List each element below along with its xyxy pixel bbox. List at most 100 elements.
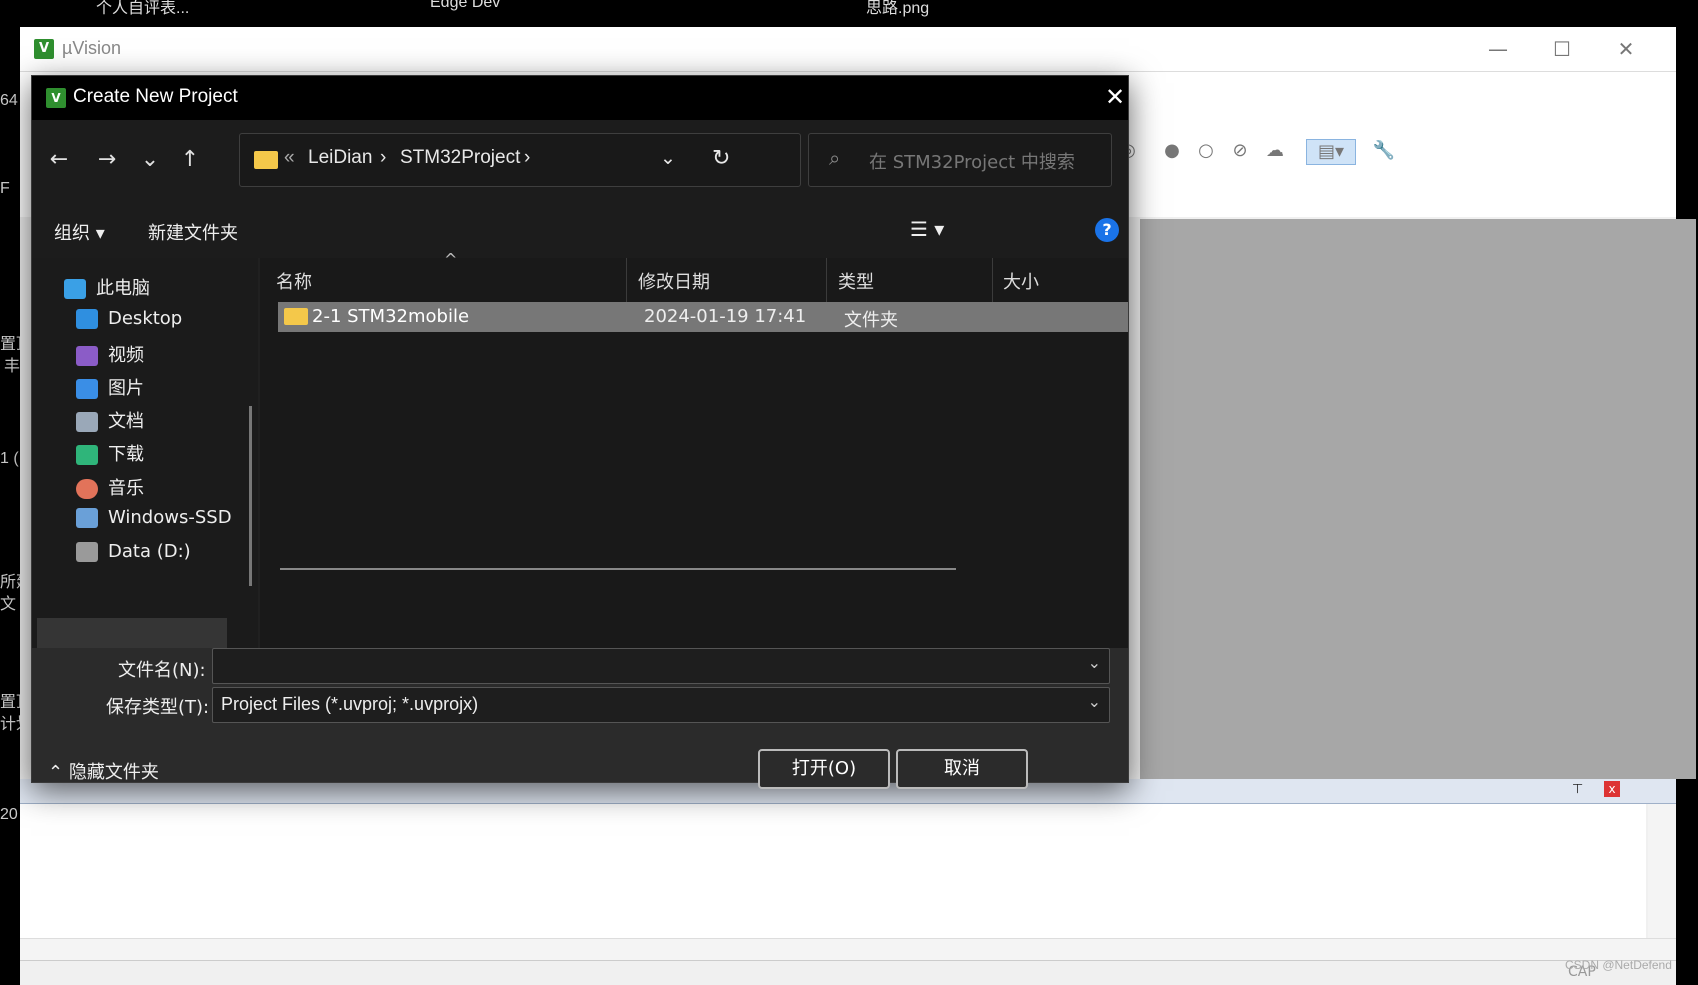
column-separator[interactable] — [992, 258, 993, 302]
editor-area — [1140, 219, 1696, 779]
search-icon: ⌕ — [829, 146, 841, 170]
recent-locations-button[interactable]: ⌄ — [135, 145, 165, 175]
download-icon — [76, 445, 98, 465]
back-button[interactable]: ← — [44, 145, 74, 175]
close-button[interactable]: ✕ — [1606, 35, 1646, 63]
filetype-value: Project Files (*.uvproj; *.uvprojx) — [221, 694, 479, 714]
dialog-footer: 文件名(N): ⌄ 保存类型(T): Project Files (*.uvpr… — [32, 648, 1128, 789]
tree-item-videos[interactable]: 视频 — [76, 341, 144, 367]
open-button[interactable]: 打开(O) — [758, 749, 890, 789]
hide-folders-toggle[interactable]: ⌃ 隐藏文件夹 — [48, 758, 159, 784]
help-icon[interactable]: ? — [1095, 218, 1119, 242]
refresh-button[interactable]: ↻ — [712, 145, 730, 171]
column-header-type[interactable]: 类型 — [838, 268, 874, 294]
tree-item-data-d[interactable]: Data (D:) — [76, 541, 191, 562]
dialog-close-button[interactable]: ✕ — [1102, 84, 1128, 110]
maximize-button[interactable]: ☐ — [1542, 35, 1582, 63]
dialog-logo-icon: V — [46, 88, 66, 108]
tree-item-this-pc[interactable]: 此电脑 — [64, 274, 150, 300]
kill-breakpoints-icon[interactable]: ☁ — [1263, 139, 1287, 163]
tree-item-label: 音乐 — [108, 478, 144, 499]
close-panel-icon[interactable]: x — [1604, 781, 1620, 797]
drive-icon — [76, 508, 98, 528]
build-output[interactable] — [20, 804, 1646, 938]
address-bar[interactable]: « LeiDian › STM32Project › ⌄ ↻ — [239, 133, 801, 187]
nav-scrollbar[interactable] — [249, 406, 252, 586]
organize-menu[interactable]: 组织 ▾ — [54, 219, 105, 245]
picture-icon — [76, 379, 98, 399]
tree-item-label: 图片 — [108, 378, 144, 399]
desktop-fragment: 丰 — [4, 358, 21, 375]
file-date: 2024-01-19 17:41 — [644, 306, 807, 327]
tree-item-label: 此电脑 — [96, 278, 150, 299]
column-separator[interactable] — [626, 258, 627, 302]
filename-field[interactable]: ⌄ — [212, 648, 1110, 684]
tree-item-label: 文档 — [108, 411, 144, 432]
up-button[interactable]: ↑ — [175, 145, 205, 175]
breakpoints-icon[interactable]: ⊘ — [1228, 139, 1252, 163]
wrench-icon[interactable]: 🔧 — [1372, 139, 1396, 163]
music-icon — [76, 479, 98, 499]
file-list-hscrollbar[interactable] — [280, 568, 956, 570]
video-icon — [76, 346, 98, 366]
tree-item-windows-ssd[interactable]: Windows-SSD — [76, 507, 232, 528]
breakpoint-icon[interactable]: ● — [1160, 139, 1184, 163]
filetype-select[interactable]: Project Files (*.uvproj; *.uvprojx) ⌄ — [212, 687, 1110, 723]
hide-folders-label: 隐藏文件夹 — [68, 762, 159, 783]
chevron-down-icon[interactable]: ⌄ — [1088, 692, 1101, 711]
column-header-name[interactable]: 名称 — [276, 268, 312, 294]
address-overflow[interactable]: « — [284, 147, 295, 169]
breadcrumb-separator[interactable]: › — [524, 147, 530, 169]
pin-icon[interactable]: ⊤ — [1572, 782, 1583, 797]
drive-icon — [76, 542, 98, 562]
column-header-size[interactable]: 大小 — [1003, 268, 1039, 294]
minimize-button[interactable]: — — [1478, 35, 1518, 63]
window-layout-icon[interactable]: ▤▾ — [1306, 139, 1356, 165]
folder-icon — [254, 151, 278, 169]
tree-item-music[interactable]: 音乐 — [76, 474, 144, 500]
watermark: CSDN @NetDefend — [1565, 958, 1672, 972]
breadcrumb-stm32project[interactable]: STM32Project — [400, 147, 520, 169]
column-separator[interactable] — [826, 258, 827, 302]
view-menu[interactable]: ☰ ▾ — [910, 217, 944, 241]
output-hscrollbar[interactable] — [20, 938, 1676, 961]
output-vscrollbar[interactable] — [1648, 804, 1676, 938]
column-header-date[interactable]: 修改日期 — [638, 268, 710, 294]
chevron-up-icon: ⌃ — [48, 762, 64, 783]
pc-icon — [64, 279, 86, 299]
tree-item-documents[interactable]: 文档 — [76, 407, 144, 433]
forward-button[interactable]: → — [92, 145, 122, 175]
cancel-button[interactable]: 取消 — [896, 749, 1028, 789]
new-folder-button[interactable]: 新建文件夹 — [148, 219, 238, 245]
document-icon — [76, 412, 98, 432]
filetype-label: 保存类型(T): — [106, 697, 210, 718]
tree-item-desktop[interactable]: Desktop — [76, 308, 182, 329]
desktop-taskbar-title: 思路.png — [866, 0, 930, 17]
breadcrumb-leidian[interactable]: LeiDian — [308, 147, 372, 169]
tree-selection-highlight — [37, 618, 227, 652]
status-bar: CAP — [20, 960, 1676, 985]
desktop-fragment: F — [0, 180, 10, 197]
navigation-bar: ← → ⌄ ↑ « LeiDian › STM32Project › ⌄ ↻ ⌕… — [32, 120, 1128, 204]
address-dropdown[interactable]: ⌄ — [660, 147, 676, 170]
breadcrumb-separator[interactable]: › — [380, 147, 386, 169]
breakpoint-empty-icon[interactable]: ○ — [1194, 139, 1218, 163]
desktop-fragment: 64 — [0, 92, 18, 109]
desktop-icon — [76, 309, 98, 329]
desktop-fragment: 20 — [0, 806, 18, 823]
file-row[interactable]: 2-1 STM32mobile 2024-01-19 17:41 文件夹 — [278, 302, 1128, 332]
file-type: 文件夹 — [844, 310, 898, 331]
tree-item-downloads[interactable]: 下载 — [76, 440, 144, 466]
desktop-taskbar-title: 个人自评表... — [96, 0, 190, 17]
search-input[interactable]: 在 STM32Project 中搜索 — [869, 148, 1075, 174]
tree-item-label: Desktop — [108, 308, 183, 329]
search-box[interactable]: ⌕ 在 STM32Project 中搜索 — [808, 133, 1112, 187]
dialog-titlebar: V Create New Project ✕ — [32, 76, 1128, 120]
uvision-logo-icon: V — [34, 39, 54, 59]
chevron-down-icon[interactable]: ⌄ — [1088, 653, 1101, 672]
tree-item-pictures[interactable]: 图片 — [76, 374, 144, 400]
tree-item-label: Windows-SSD — [108, 507, 232, 528]
folder-icon — [284, 308, 308, 325]
sort-indicator-icon: ^ — [444, 250, 458, 269]
uvision-title: µVision — [62, 38, 122, 58]
